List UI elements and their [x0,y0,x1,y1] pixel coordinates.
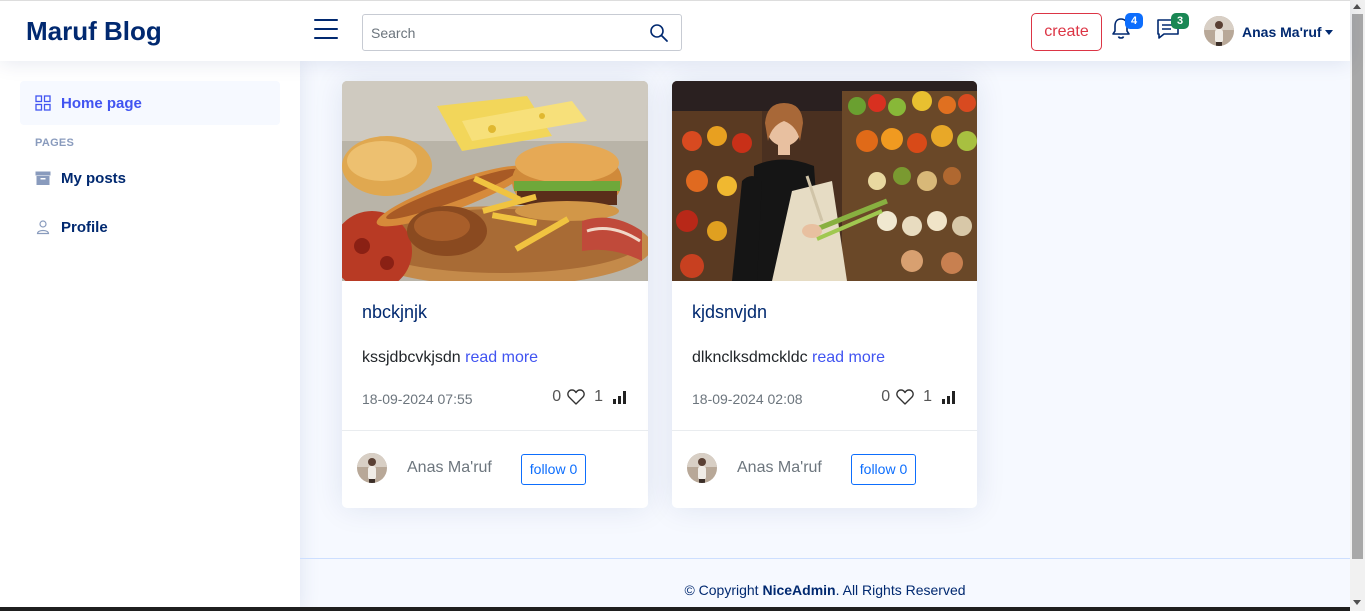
grid-icon [35,95,51,111]
post-excerpt: kssjdbcvkjsdn read more [362,349,538,367]
bar-chart-icon [613,391,626,404]
sidebar-item-my-posts[interactable]: My posts [20,156,280,200]
post-card: kjdsnvjdn dlknclksdmckldc read more 18-0… [672,81,977,508]
user-name[interactable]: Anas Ma'ruf [1242,24,1322,40]
scroll-thumb[interactable] [1352,14,1363,559]
copyright-brand: NiceAdmin [762,582,836,598]
messages-badge: 3 [1171,13,1189,29]
search-input[interactable] [363,15,681,50]
site-logo[interactable]: Maruf Blog [26,16,162,47]
author-avatar[interactable] [357,453,387,483]
chevron-down-icon[interactable] [1325,30,1333,35]
read-more-link[interactable]: read more [465,349,538,366]
sidebar-item-label: Home page [61,94,142,112]
person-icon [36,220,50,235]
create-button[interactable]: create [1031,13,1102,51]
footer: © Copyright NiceAdmin. All Rights Reserv… [300,558,1350,611]
notifications-badge: 4 [1125,13,1143,29]
author-name[interactable]: Anas Ma'ruf [737,459,822,477]
messages-button[interactable]: 3 [1156,13,1189,43]
sidebar: Home page PAGES My posts Profile [0,61,300,611]
copyright-suffix: . All Rights Reserved [835,582,966,598]
window-bottom-edge [0,607,1350,611]
follow-button[interactable]: follow 0 [521,454,586,485]
likes-count: 0 [552,388,562,405]
post-stats: 0 1 [552,388,628,406]
post-card: nbckjnjk kssjdbcvkjsdn read more 18-09-2… [342,81,648,508]
post-image[interactable] [342,81,648,281]
author-name[interactable]: Anas Ma'ruf [407,459,492,477]
author-avatar[interactable] [687,453,717,483]
bar-chart-icon [942,391,955,404]
menu-toggle-icon[interactable] [314,19,338,41]
heart-icon[interactable] [567,389,585,405]
post-date: 18-09-2024 02:08 [692,391,803,407]
copyright-prefix: © Copyright [684,582,759,598]
search-icon[interactable] [649,23,669,43]
card-divider [342,430,648,431]
post-excerpt-text: kssjdbcvkjsdn [362,349,461,366]
vertical-scrollbar[interactable] [1350,0,1365,611]
scroll-up-arrow-icon[interactable] [1353,4,1361,9]
views-count: 1 [594,388,603,405]
post-excerpt-text: dlknclksdmckldc [692,349,808,366]
archive-icon [35,171,51,185]
views-count: 1 [923,388,932,405]
sidebar-item-label: Profile [61,218,108,236]
notifications-button[interactable]: 4 [1110,13,1143,43]
post-title[interactable]: nbckjnjk [362,302,427,323]
sidebar-item-home[interactable]: Home page [20,81,280,125]
post-date: 18-09-2024 07:55 [362,391,473,407]
follow-button[interactable]: follow 0 [851,454,916,485]
heart-icon[interactable] [896,389,914,405]
likes-count: 0 [881,388,891,405]
sidebar-heading: PAGES [35,137,75,149]
post-image[interactable] [672,81,977,281]
post-stats: 0 1 [881,388,957,406]
scroll-down-arrow-icon[interactable] [1353,600,1361,605]
search-bar [362,14,682,51]
sidebar-item-label: My posts [61,169,127,187]
post-excerpt: dlknclksdmckldc read more [692,349,885,367]
avatar[interactable] [1204,16,1234,46]
read-more-link[interactable]: read more [812,349,885,366]
card-divider [672,430,977,431]
post-title[interactable]: kjdsnvjdn [692,302,767,323]
sidebar-item-profile[interactable]: Profile [20,205,280,249]
top-header: Maruf Blog create 4 3 [0,0,1350,61]
